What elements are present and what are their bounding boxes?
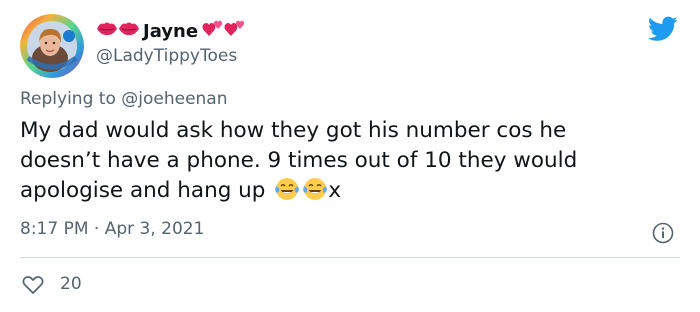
tweet-timestamp[interactable]: 8:17 PM · Apr 3, 2021 [20,219,204,239]
tweet-date: Apr 3, 2021 [104,219,205,239]
divider [20,257,680,258]
display-name-text: Jayne [143,20,199,42]
timestamp-separator: · [93,219,100,239]
two-hearts-icon [224,19,246,44]
tweet-text-line-content: apologise and hang up [20,178,266,203]
avatar[interactable] [20,14,84,78]
like-count: 20 [60,274,82,294]
tears-of-joy-icon [274,176,300,202]
tweet-text-line: doesn’t have a phone. 9 times out of 10 … [20,148,578,173]
kiss-lips-icon [96,21,118,42]
tweet-text-line: My dad would ask how they got his number… [20,118,567,143]
heart-like-icon[interactable] [22,275,44,295]
tweet-time: 8:17 PM [20,219,89,239]
avatar-image [20,14,84,78]
author-handle[interactable]: @LadyTippyToes [96,46,237,66]
reply-mention-link[interactable]: @joeheenan [121,89,227,109]
tweet-text: My dad would ask how they got his number… [20,116,680,206]
tears-of-joy-icon [302,176,328,202]
tweet-trailing-text: x [328,178,342,203]
info-icon[interactable] [652,222,674,244]
reply-prefix: Replying to [20,89,116,109]
kiss-lips-icon [118,21,140,42]
two-hearts-icon [202,19,224,44]
tweet-text-line: apologise and hang up x [20,176,680,206]
tweet-card: Jayne @LadyTippyToes Replying to @joehee… [0,0,700,312]
twitter-bird-icon[interactable] [647,16,678,42]
display-name[interactable]: Jayne [96,18,246,44]
reply-context: Replying to @joeheenan [20,89,228,109]
